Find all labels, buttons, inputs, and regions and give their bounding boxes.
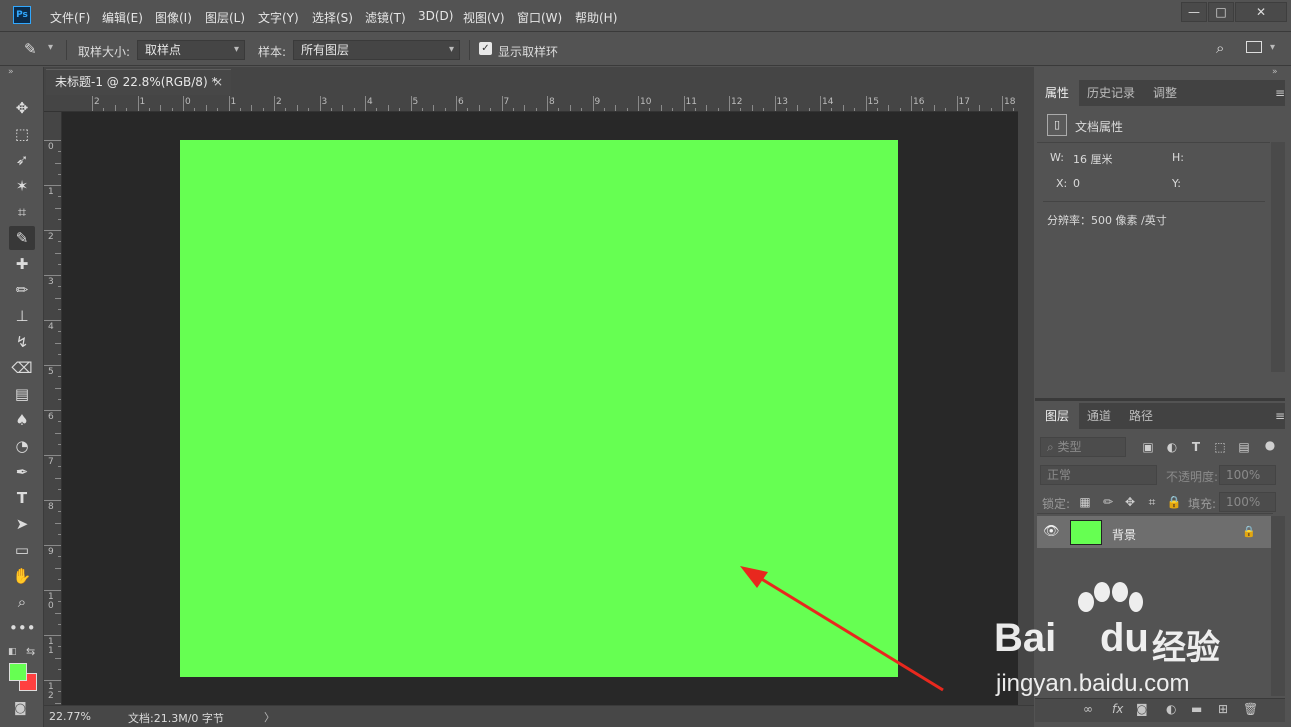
- adjustment-layer-icon[interactable]: ◐: [1166, 702, 1176, 716]
- tab-paths[interactable]: 路径: [1119, 403, 1163, 429]
- blend-mode-value: 正常: [1047, 468, 1072, 482]
- divider: [1037, 513, 1273, 514]
- tab-layers[interactable]: 图层: [1035, 403, 1080, 429]
- lock-label: 锁定:: [1042, 497, 1071, 511]
- blend-mode-select[interactable]: 正常: [1040, 465, 1157, 485]
- fill-value: 100%: [1226, 495, 1261, 509]
- baidu-jingyan-watermark: Bai du 经验 jingyan.baidu.com: [994, 582, 1264, 702]
- tab-properties[interactable]: 属性: [1035, 80, 1080, 106]
- y-label: Y:: [1172, 177, 1181, 190]
- status-bar: 22.77% 文档:21.3M/0 字节 〉: [44, 705, 1034, 727]
- document-properties-title: 文档属性: [1075, 120, 1124, 134]
- panel-menu-icon[interactable]: ≡: [1275, 86, 1285, 100]
- new-group-icon[interactable]: ▬: [1191, 702, 1202, 716]
- tab-adjustments[interactable]: 调整: [1143, 80, 1187, 106]
- properties-scrollbar[interactable]: [1271, 142, 1285, 372]
- annotation-arrow-canvas: [754, 573, 944, 692]
- x-value[interactable]: 0: [1073, 177, 1080, 190]
- link-layers-icon[interactable]: ∞: [1083, 702, 1093, 716]
- width-value[interactable]: 16 厘米: [1073, 151, 1113, 167]
- divider: [1043, 201, 1265, 202]
- filter-toggle-icon[interactable]: ●: [1262, 438, 1278, 452]
- document-info: 文档:21.3M/0 字节: [128, 712, 224, 725]
- layer-style-icon[interactable]: fx: [1112, 702, 1123, 716]
- lock-artboard-icon[interactable]: ⌗: [1144, 495, 1160, 510]
- divider: [1037, 142, 1270, 143]
- panel-menu-icon[interactable]: ≡: [1275, 409, 1285, 423]
- smart-object-filter-icon[interactable]: ▤: [1236, 440, 1252, 454]
- opacity-input[interactable]: 100%: [1219, 465, 1276, 485]
- opacity-label: 不透明度:: [1166, 470, 1219, 484]
- image-filter-icon[interactable]: ▣: [1140, 440, 1156, 454]
- layers-scrollbar[interactable]: [1271, 516, 1285, 696]
- layer-mask-icon[interactable]: ◙: [1136, 702, 1148, 716]
- lock-pixels-icon[interactable]: ✏: [1100, 495, 1116, 509]
- layers-panel-tabs: 图层 通道 路径 ≡: [1035, 403, 1285, 429]
- zoom-level[interactable]: 22.77%: [49, 710, 91, 723]
- delete-layer-icon[interactable]: 🗑: [1243, 702, 1258, 716]
- height-label: H:: [1172, 151, 1184, 164]
- panel-divider: [1035, 398, 1285, 401]
- search-icon: ⌕: [1047, 440, 1058, 454]
- type-filter-icon[interactable]: T: [1188, 440, 1204, 454]
- fill-input[interactable]: 100%: [1219, 492, 1276, 512]
- new-layer-icon[interactable]: ⊞: [1218, 702, 1228, 716]
- x-label: X:: [1056, 177, 1068, 190]
- width-label: W:: [1050, 151, 1064, 164]
- arrowhead-icon: [740, 566, 768, 588]
- status-menu-arrow-icon[interactable]: 〉: [264, 709, 275, 725]
- lock-transparency-icon[interactable]: ▦: [1077, 495, 1093, 509]
- watermark-brand: Bai: [994, 616, 1057, 660]
- tab-channels[interactable]: 通道: [1077, 403, 1121, 429]
- watermark-url: jingyan.baidu.com: [996, 670, 1190, 697]
- lock-all-icon[interactable]: 🔒: [1166, 495, 1182, 509]
- layer-filter-select[interactable]: ⌕ 类型: [1040, 437, 1126, 457]
- collapse-icon[interactable]: »: [1272, 67, 1278, 77]
- watermark-brand-du: du: [1100, 616, 1149, 660]
- lock-position-icon[interactable]: ✥: [1122, 495, 1138, 509]
- adjustment-filter-icon[interactable]: ◐: [1164, 440, 1180, 454]
- resolution-text: 分辨率：500 像素 /英寸: [1047, 214, 1167, 227]
- fill-label: 填充:: [1188, 497, 1217, 511]
- document-icon: ▯: [1047, 114, 1067, 136]
- layer-filter-value: 类型: [1057, 440, 1082, 454]
- watermark-jingyan: 经验: [1152, 628, 1220, 668]
- visibility-eye-icon[interactable]: 👁: [1043, 524, 1060, 539]
- layer-lock-icon[interactable]: 🔒: [1242, 525, 1256, 538]
- layer-name[interactable]: 背景: [1112, 526, 1136, 543]
- opacity-value: 100%: [1226, 468, 1261, 482]
- tab-history[interactable]: 历史记录: [1077, 80, 1145, 106]
- properties-panel-tabs: 属性 历史记录 调整 ≡: [1035, 80, 1285, 106]
- layer-thumbnail[interactable]: [1070, 520, 1102, 545]
- shape-filter-icon[interactable]: ⬚: [1212, 440, 1228, 454]
